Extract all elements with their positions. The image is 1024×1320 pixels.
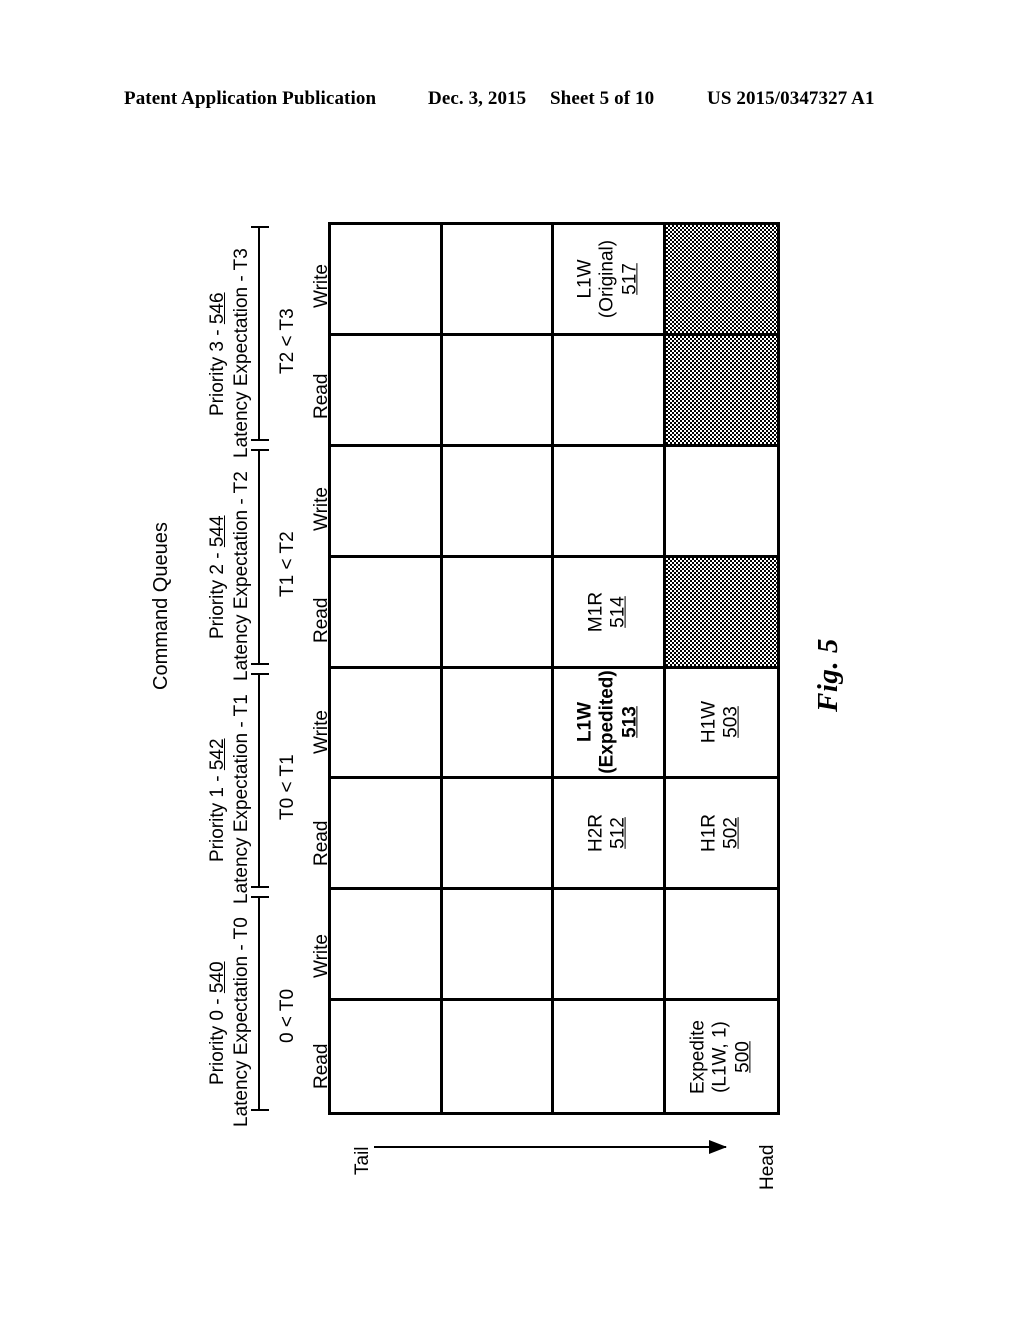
queue-slot-r8-c4: Expedite (L1W, 1) 500 [666, 1001, 778, 1112]
queue-slot-r4-c3: M1R 514 [554, 557, 666, 669]
queue-slot-r3-c3 [554, 446, 666, 558]
bracket-cap-bottom [251, 1109, 269, 1111]
queue-slot-r8-c3 [554, 1001, 666, 1112]
priority-range-label-2: T0 < T1 [277, 754, 298, 821]
queue-slot-r1-c4 [665, 225, 777, 336]
queue-slot-r1-c1 [331, 225, 443, 336]
queue-slot-r6-c1 [331, 779, 443, 891]
queue-slot-label: M1R 514 [585, 591, 630, 632]
queue-slot-r5-c4: H1W 503 [665, 669, 777, 780]
reference-numeral: 540 [207, 961, 228, 994]
bracket-cap-top [251, 895, 269, 898]
queue-slot-label: L1W (Expedited) 513 [574, 670, 641, 775]
queue-slot-r7-c1 [331, 890, 443, 1002]
priority-range-label-1: T1 < T2 [277, 531, 298, 597]
reference-numeral: 542 [207, 738, 228, 771]
command-queues-label: Command Queues [150, 522, 172, 690]
queue-slot-r2-c2 [442, 335, 554, 447]
priority-range-label-0: T2 < T3 [277, 307, 298, 374]
reference-numeral: 503 [721, 706, 743, 739]
priority-bracket-0 [251, 226, 269, 442]
queue-slot-r1-c3: L1W (Original) 517 [554, 225, 666, 336]
reference-numeral: 502 [721, 817, 743, 850]
queue-slot-label: Expedite (L1W, 1) 500 [687, 1019, 754, 1094]
reference-numeral: 544 [207, 515, 228, 548]
queue-slot-r5-c3: L1W (Expedited) 513 [554, 668, 666, 780]
queue-slot-label: H2R 512 [585, 814, 630, 853]
queue-slot-r7-c4 [665, 890, 777, 1002]
tail-label: Tail [352, 1146, 373, 1175]
queue-slot-r4-c2 [442, 557, 554, 669]
bracket-cap-bottom [251, 439, 269, 442]
priority-title-2: Priority 1 - 542 [207, 738, 228, 863]
queue-slot-r4-c1 [331, 557, 443, 669]
latency-expectation-label-1: Latency Expectation - T2 [231, 471, 252, 681]
bracket-cap-bottom [251, 885, 269, 888]
queue-slot-r2-c3 [554, 335, 666, 447]
arrowhead-icon [709, 1140, 727, 1154]
bracket-cap-top [251, 449, 269, 452]
reference-numeral: 512 [608, 817, 630, 850]
queue-slot-r5-c1 [331, 668, 443, 780]
bracket-cap-top [251, 672, 269, 675]
priority-bracket-3 [251, 895, 269, 1111]
reference-numeral: 500 [732, 1040, 754, 1073]
latency-expectation-label-0: Latency Expectation - T3 [231, 247, 252, 458]
queue-slot-r5-c2 [442, 668, 554, 780]
latency-expectation-label-2: Latency Expectation - T1 [231, 694, 252, 905]
queue-grid: L1W (Original) 517 M1R 514 L1W (Expedited) 513 H… [328, 222, 780, 1115]
reference-numeral: 513 [619, 706, 641, 739]
priority-bracket-2 [251, 672, 269, 888]
priority-title-1: Priority 2 - 544 [207, 515, 228, 639]
queue-slot-r3-c4 [665, 447, 777, 558]
bracket-cap-bottom [251, 662, 269, 665]
queue-slot-label: H1W 503 [698, 701, 743, 744]
queue-slot-r2-c1 [331, 335, 443, 447]
priority-title-0: Priority 3 - 546 [207, 292, 228, 416]
figure-caption: Fig. 5 [812, 638, 844, 712]
queue-slot-r8-c2 [443, 1001, 554, 1112]
priority-range-label-3: 0 < T0 [277, 989, 298, 1044]
latency-expectation-label-3: Latency Expectation - T0 [231, 917, 252, 1128]
reference-numeral: 546 [207, 292, 228, 324]
queue-slot-r6-c4: H1R 502 [665, 779, 777, 891]
queue-slot-label: H1R 502 [698, 814, 743, 853]
queue-slot-r8-c1 [331, 1001, 443, 1112]
reference-numeral: 517 [619, 263, 641, 295]
queue-slot-r7-c3 [554, 890, 666, 1002]
queue-slot-r3-c1 [331, 446, 443, 558]
direction-arrow [374, 1140, 727, 1154]
queue-slot-r4-c4 [665, 557, 777, 669]
priority-bracket-1 [251, 449, 269, 665]
reference-numeral: 514 [608, 595, 630, 628]
queue-slot-r2-c4 [665, 335, 777, 447]
queue-slot-r6-c2 [442, 779, 554, 891]
queue-slot-label: L1W (Original) 517 [574, 239, 641, 318]
queue-slot-r7-c2 [442, 890, 554, 1002]
queue-slot-r3-c2 [442, 446, 554, 558]
head-label: Head [757, 1144, 778, 1190]
priority-title-3: Priority 0 - 540 [207, 961, 228, 1086]
queue-slot-r1-c2 [442, 225, 554, 336]
patent-figure: Command Queues T2 < T3 Latency Expectatio… [0, 0, 1024, 1320]
queue-slot-r6-c3: H2R 512 [554, 779, 666, 891]
bracket-cap-top [251, 226, 269, 228]
